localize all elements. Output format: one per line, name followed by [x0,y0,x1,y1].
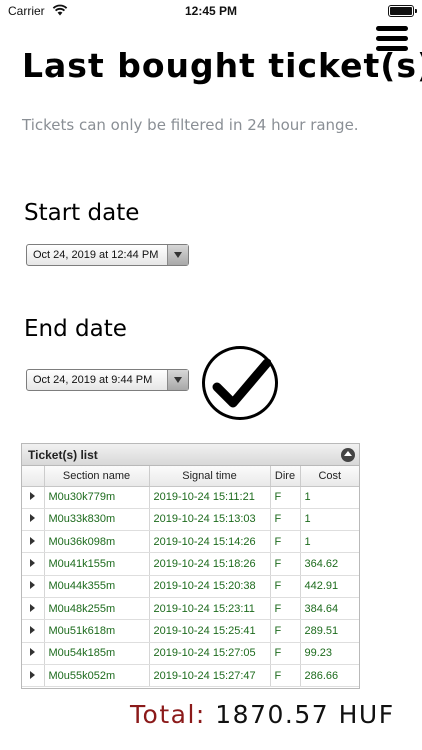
ticket-table: Section name Signal time Dire Cost M0u30… [22,466,359,688]
cost-cell: 442.91 [300,575,359,598]
table-row[interactable]: M0u55k052m 2019-10-24 15:27:47 F 286.66 [22,664,359,688]
direction-cell: F [270,508,301,532]
signal-time-cell: 2019-10-24 15:14:26 [149,530,271,554]
table-row[interactable]: M0u30k779m 2019-10-24 15:11:21 F 1 [22,486,359,509]
cost-cell: 384.64 [300,597,359,621]
column-cost[interactable]: Cost [300,466,359,487]
battery-icon [388,5,417,17]
direction-cell: F [270,664,301,688]
direction-cell: F [270,619,301,643]
cost-cell: 289.51 [300,619,359,643]
end-date-label: End date [24,316,127,342]
table-header-row: Section name Signal time Dire Cost [22,466,359,487]
filter-hint: Tickets can only be filtered in 24 hour … [22,116,359,134]
clock: 12:45 PM [184,4,238,18]
start-date-label: Start date [24,200,140,226]
signal-time-cell: 2019-10-24 15:11:21 [149,486,271,509]
collapse-icon[interactable] [341,448,355,462]
ticket-list-title: Ticket(s) list [28,448,98,462]
table-row[interactable]: M0u41k155m 2019-10-24 15:18:26 F 364.62 [22,552,359,576]
expand-row-icon[interactable] [22,642,45,665]
column-signal-time[interactable]: Signal time [149,466,271,487]
cost-cell: 286.66 [300,664,359,688]
cost-cell: 99.23 [300,642,359,665]
ticket-list-header: Ticket(s) list [22,444,359,466]
expand-row-icon[interactable] [22,597,45,621]
section-name-cell: M0u30k779m [44,486,150,509]
direction-cell: F [270,597,301,621]
confirm-filter-button[interactable] [202,346,278,420]
section-name-cell: M0u54k185m [44,642,150,665]
column-direction[interactable]: Dire [270,466,301,487]
expand-row-icon[interactable] [22,619,45,643]
expand-row-icon[interactable] [22,552,45,576]
section-name-cell: M0u55k052m [44,664,150,688]
table-row[interactable]: M0u36k098m 2019-10-24 15:14:26 F 1 [22,530,359,554]
signal-time-cell: 2019-10-24 15:27:05 [149,642,271,665]
signal-time-cell: 2019-10-24 15:23:11 [149,597,271,621]
start-date-picker[interactable]: Oct 24, 2019 at 12:44 PM [26,244,189,266]
direction-cell: F [270,642,301,665]
ticket-list-panel: Ticket(s) list Section name Signal time … [21,443,360,689]
signal-time-cell: 2019-10-24 15:27:47 [149,664,271,688]
table-row[interactable]: M0u44k355m 2019-10-24 15:20:38 F 442.91 [22,575,359,598]
chevron-down-icon[interactable] [167,370,188,390]
table-row[interactable]: M0u51k618m 2019-10-24 15:25:41 F 289.51 [22,619,359,643]
direction-cell: F [270,552,301,576]
signal-time-cell: 2019-10-24 15:20:38 [149,575,271,598]
total-summary: Total: 1870.57 HUF [130,700,395,729]
start-date-value: Oct 24, 2019 at 12:44 PM [33,249,159,261]
expand-row-icon[interactable] [22,508,45,532]
section-name-cell: M0u41k155m [44,552,150,576]
expand-row-icon[interactable] [22,486,45,509]
expand-row-icon[interactable] [22,575,45,598]
table-row[interactable]: M0u54k185m 2019-10-24 15:27:05 F 99.23 [22,642,359,665]
expand-row-icon[interactable] [22,530,45,554]
direction-cell: F [270,486,301,509]
section-name-cell: M0u51k618m [44,619,150,643]
signal-time-cell: 2019-10-24 15:25:41 [149,619,271,643]
table-row[interactable]: M0u33k830m 2019-10-24 15:13:03 F 1 [22,508,359,532]
cost-cell: 364.62 [300,552,359,576]
total-label: Total: [130,700,206,729]
expand-row-icon[interactable] [22,664,45,688]
section-name-cell: M0u48k255m [44,597,150,621]
signal-time-cell: 2019-10-24 15:18:26 [149,552,271,576]
table-row[interactable]: M0u48k255m 2019-10-24 15:23:11 F 384.64 [22,597,359,621]
direction-cell: F [270,530,301,554]
end-date-picker[interactable]: Oct 24, 2019 at 9:44 PM [26,369,189,391]
direction-cell: F [270,575,301,598]
end-date-value: Oct 24, 2019 at 9:44 PM [33,374,153,386]
column-section-name[interactable]: Section name [44,466,150,487]
section-name-cell: M0u44k355m [44,575,150,598]
chevron-down-icon[interactable] [167,245,188,265]
cost-cell: 1 [300,486,359,509]
signal-time-cell: 2019-10-24 15:13:03 [149,508,271,532]
cost-cell: 1 [300,530,359,554]
total-value: 1870.57 HUF [215,700,395,729]
cost-cell: 1 [300,508,359,532]
page-title: Last bought ticket(s) [22,46,422,85]
status-bar: Carrier 12:45 PM [0,0,422,24]
section-name-cell: M0u33k830m [44,508,150,532]
section-name-cell: M0u36k098m [44,530,150,554]
checkmark-icon [212,358,271,408]
expander-column [22,466,45,487]
